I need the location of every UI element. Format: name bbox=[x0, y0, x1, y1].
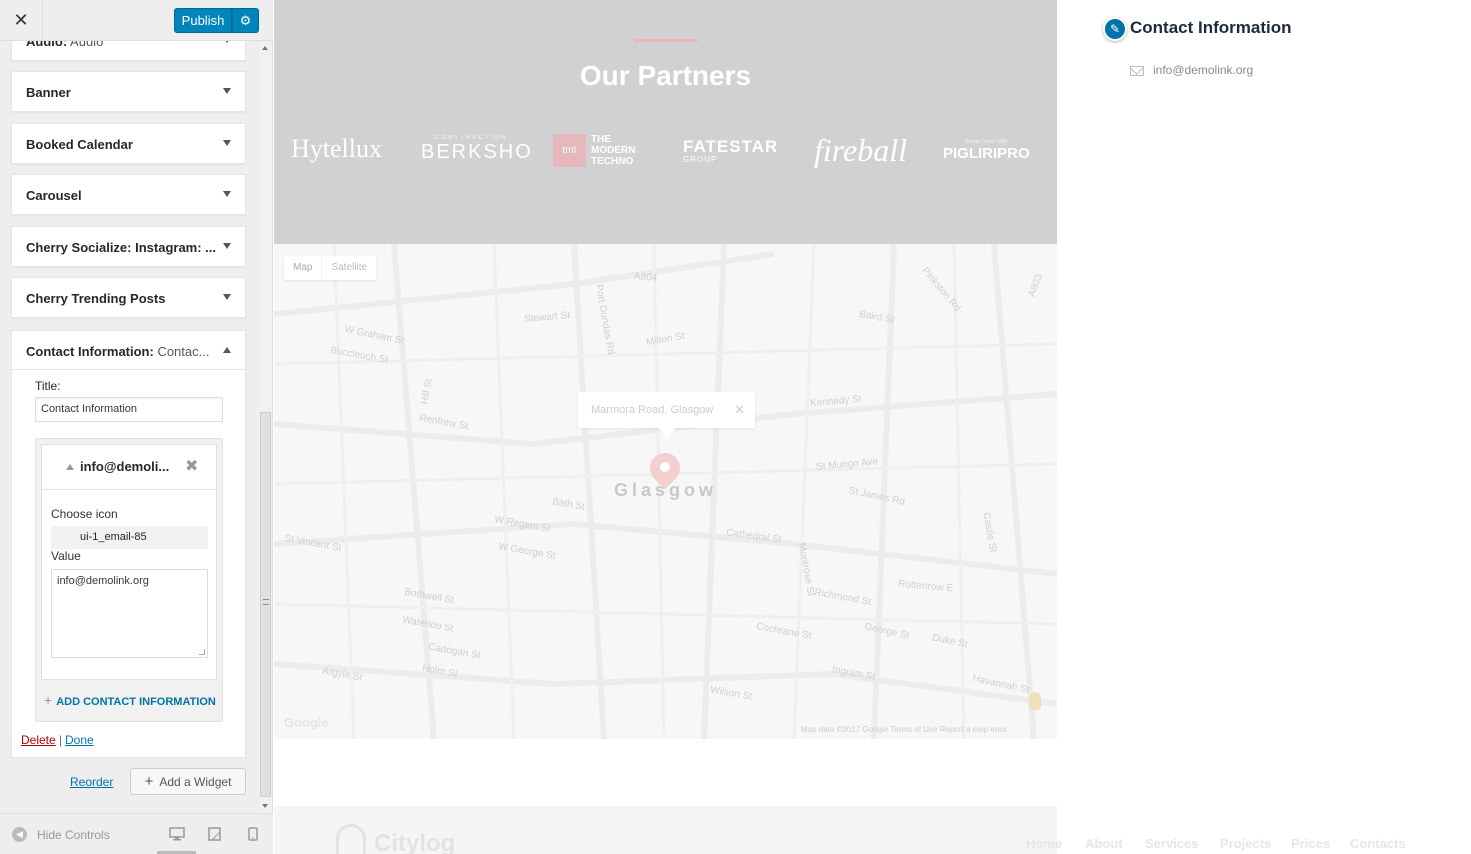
scrollbar-thumb[interactable] bbox=[260, 412, 271, 797]
hide-controls-arrow-icon[interactable]: ◀ bbox=[12, 827, 27, 842]
contact-item-title: info@demoli... bbox=[80, 459, 170, 474]
expand-arrow-icon[interactable] bbox=[223, 41, 231, 43]
customizer-header: ✕ Publish ⚙ bbox=[0, 0, 273, 41]
info-window-text: Marmora Road, Glasgow bbox=[591, 404, 714, 416]
map-attribution[interactable]: Map data ©2017 Google Terms of Use Repor… bbox=[801, 725, 1007, 734]
expand-arrow-icon[interactable] bbox=[223, 191, 231, 197]
widget-title: Banner bbox=[26, 85, 71, 100]
partner-logo-hytellux: Hytellux bbox=[291, 134, 382, 163]
desktop-preview-icon[interactable] bbox=[169, 827, 185, 844]
publish-button[interactable]: Publish bbox=[174, 8, 232, 33]
partner-logo-berksho: CONSTRUCTION BERKSHO bbox=[421, 135, 533, 163]
icon-picker[interactable]: ui-1_email-85 bbox=[51, 526, 208, 549]
customizer-sidebar: ✕ Publish ⚙ Audio: Audio Banner Booked C… bbox=[0, 0, 273, 854]
nav-about[interactable]: About bbox=[1085, 836, 1123, 851]
value-label: Value bbox=[51, 549, 81, 563]
nav-services[interactable]: Services bbox=[1145, 836, 1199, 851]
close-customizer-button[interactable]: ✕ bbox=[0, 0, 43, 41]
widget-list: Audio: Audio Banner Booked Calendar Caro… bbox=[0, 41, 259, 813]
scroll-up-arrow-icon[interactable] bbox=[262, 46, 268, 50]
nav-home[interactable]: Home bbox=[1026, 836, 1062, 851]
contact-item-header[interactable]: info@demoli... ✖ bbox=[42, 445, 216, 490]
partner-logo-pigliripro: Events Since 1986 PIGLIRIPRO bbox=[943, 139, 1030, 162]
city-label: Glasgow bbox=[613, 480, 717, 500]
tablet-preview-icon[interactable] bbox=[208, 827, 221, 844]
map-view-button[interactable]: Map bbox=[284, 256, 323, 280]
site-footer: Citylog Home About Services Projects Pri… bbox=[274, 806, 1406, 854]
title-input[interactable]: Contact Information bbox=[35, 397, 223, 422]
collapse-arrow-icon[interactable] bbox=[223, 347, 231, 353]
add-widget-button[interactable]: + Add a Widget bbox=[130, 768, 246, 795]
resize-handle-icon[interactable] bbox=[199, 649, 205, 655]
nav-prices[interactable]: Prices bbox=[1291, 836, 1330, 851]
expand-arrow-icon[interactable] bbox=[223, 294, 231, 300]
email-icon bbox=[1130, 66, 1144, 76]
map-info-window: Marmora Road, Glasgow ✕ bbox=[578, 392, 755, 428]
collapse-arrow-icon[interactable] bbox=[66, 464, 74, 470]
partners-section: Our Partners Hytellux CONSTRUCTION BERKS… bbox=[274, 0, 1057, 244]
reorder-link[interactable]: Reorder bbox=[70, 775, 113, 789]
customizer-footer: ◀ Hide Controls bbox=[0, 813, 273, 854]
plus-icon: + bbox=[44, 692, 53, 708]
scroll-down-arrow-icon[interactable] bbox=[262, 804, 268, 808]
street-label: A804 bbox=[633, 271, 658, 284]
nav-contacts[interactable]: Contacts bbox=[1350, 836, 1406, 851]
widget-banner[interactable]: Banner bbox=[11, 71, 246, 112]
site-logo[interactable]: Citylog bbox=[374, 830, 455, 854]
marker-center bbox=[660, 462, 670, 472]
link-separator: | bbox=[59, 733, 63, 747]
choose-icon-label: Choose icon bbox=[51, 507, 118, 521]
partner-logo-fatestar: FATESTAR GROUP bbox=[683, 137, 779, 164]
done-link[interactable]: Done bbox=[65, 733, 94, 747]
google-logo: Google bbox=[284, 715, 329, 730]
info-window-tail bbox=[659, 428, 675, 440]
plus-icon: + bbox=[144, 773, 154, 790]
street-view-pegman-icon[interactable] bbox=[1029, 692, 1041, 710]
title-decoration bbox=[634, 39, 698, 42]
mobile-preview-icon[interactable] bbox=[248, 827, 258, 844]
expand-arrow-icon[interactable] bbox=[223, 243, 231, 249]
contact-information-title: Contact Information bbox=[1130, 18, 1292, 37]
widget-contact-information: Contact Information: Contac... Title: Co… bbox=[11, 330, 246, 758]
close-icon[interactable]: ✕ bbox=[734, 392, 745, 428]
edit-pencil-icon[interactable]: ✎ bbox=[1103, 17, 1127, 41]
widget-audio[interactable]: Audio: Audio bbox=[11, 41, 246, 61]
widget-title: Booked Calendar bbox=[26, 137, 133, 152]
partners-title: Our Partners bbox=[579, 60, 752, 91]
expand-arrow-icon[interactable] bbox=[223, 140, 231, 146]
contact-widget-header[interactable]: Contact Information: Contac... bbox=[12, 331, 245, 370]
value-textarea[interactable]: info@demolink.org bbox=[51, 569, 208, 658]
partner-logo-modern-techno: tmt THE MODERN TECHNO bbox=[553, 134, 657, 167]
widget-title: Contact Information: Contac... bbox=[26, 344, 210, 359]
contact-items-repeater: info@demoli... ✖ Choose icon ui-1_email-… bbox=[35, 438, 223, 722]
site-preview: Our Partners Hytellux CONSTRUCTION BERKS… bbox=[274, 0, 1406, 854]
grip-icon bbox=[263, 599, 269, 605]
map-widget[interactable]: W Graham St Buccleuch St Hill St Renfrew… bbox=[274, 244, 1057, 739]
contact-email[interactable]: info@demolink.org bbox=[1153, 63, 1253, 77]
title-field-label: Title: bbox=[35, 379, 61, 393]
widget-carousel[interactable]: Carousel bbox=[11, 174, 246, 215]
nav-projects[interactable]: Projects bbox=[1220, 836, 1271, 851]
add-contact-information-button[interactable]: + ADD CONTACT INFORMATION bbox=[44, 692, 216, 708]
widget-title: Cherry Trending Posts bbox=[26, 291, 166, 306]
widget-booked-calendar[interactable]: Booked Calendar bbox=[11, 123, 246, 164]
widget-title: Audio: Audio bbox=[26, 41, 104, 49]
value-text: info@demolink.org bbox=[57, 575, 149, 587]
contact-item: info@demoli... ✖ Choose icon ui-1_email-… bbox=[41, 444, 217, 680]
map-type-control: Map Satellite bbox=[284, 256, 377, 280]
expand-arrow-icon[interactable] bbox=[223, 88, 231, 94]
widget-cherry-socialize-instagram[interactable]: Cherry Socialize: Instagram: ... bbox=[11, 226, 246, 267]
delete-widget-link[interactable]: Delete bbox=[21, 733, 56, 747]
publish-settings-gear-icon[interactable]: ⚙ bbox=[232, 8, 259, 33]
widget-title: Carousel bbox=[26, 188, 82, 203]
remove-item-icon[interactable]: ✖ bbox=[185, 456, 198, 476]
satellite-view-button[interactable]: Satellite bbox=[322, 256, 376, 280]
hide-controls-button[interactable]: Hide Controls bbox=[37, 828, 110, 842]
site-logo-mark-icon bbox=[336, 824, 366, 854]
widget-cherry-trending-posts[interactable]: Cherry Trending Posts bbox=[11, 277, 246, 318]
widget-title: Cherry Socialize: Instagram: ... bbox=[26, 240, 217, 255]
partner-logo-fireball: fireball bbox=[814, 132, 908, 168]
